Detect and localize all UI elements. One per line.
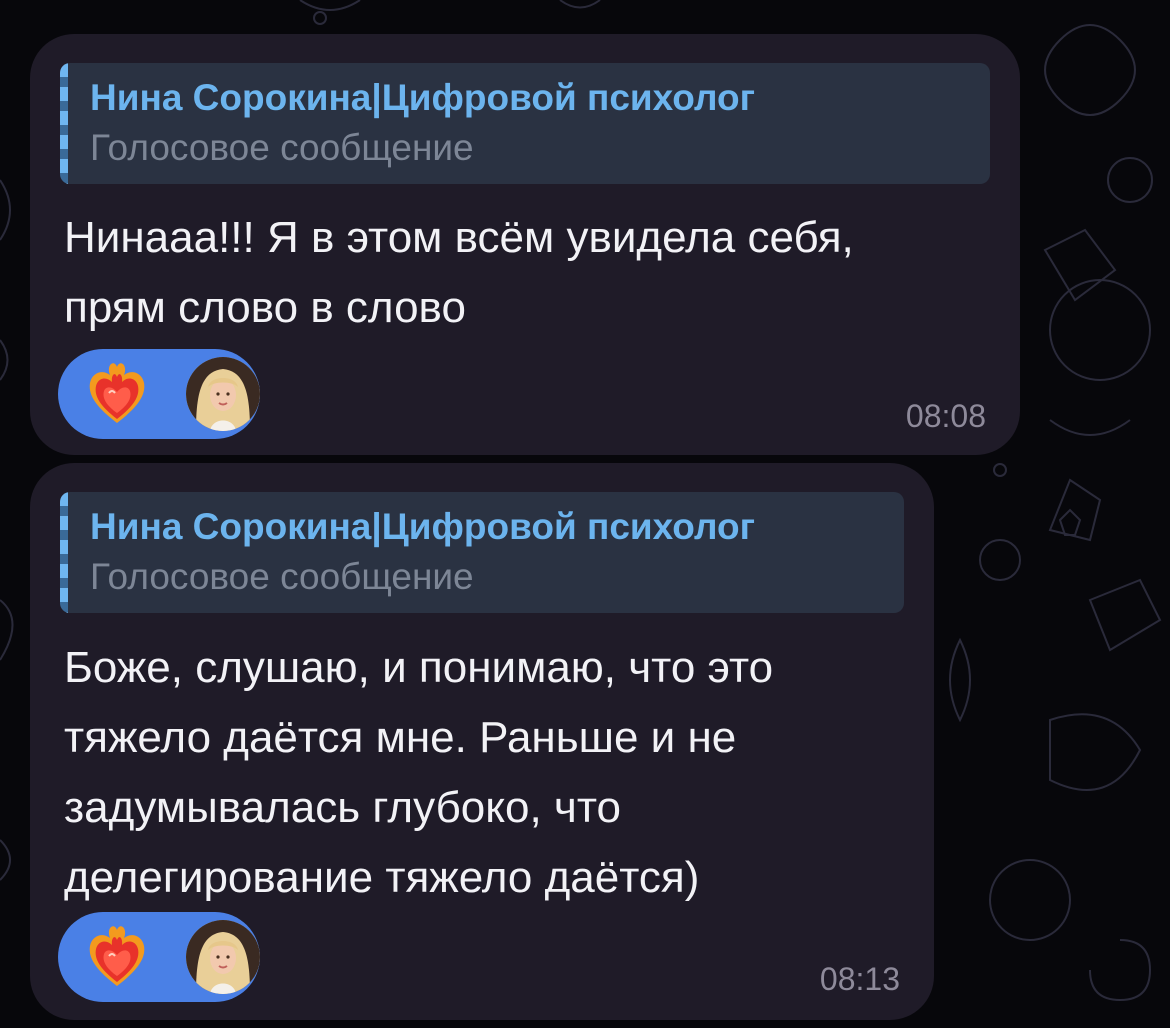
message-text: Нинааа!!! Я в этом всём увидела себя, пр…: [64, 203, 854, 343]
user-avatar: [186, 920, 260, 994]
message-line: тяжело даётся мне. Раньше и не: [64, 713, 737, 762]
heart-on-fire-icon: [89, 926, 145, 986]
message-line: Нинааа!!! Я в этом всём увидела себя,: [64, 213, 854, 262]
reply-accent-bar: [60, 63, 68, 184]
message-bubble[interactable]: Нина Сорокина|Цифровой психолог Голосово…: [30, 34, 1020, 455]
message-line: делегирование тяжело даётся): [64, 853, 700, 902]
reply-author: Нина Сорокина|Цифровой психолог: [90, 506, 756, 547]
reaction-pill[interactable]: [58, 349, 260, 439]
reply-message-type: Голосовое сообщение: [90, 127, 474, 168]
message-timestamp: 08:08: [905, 398, 986, 434]
message-timestamp: 08:13: [819, 961, 900, 997]
message-line: Боже, слушаю, и понимаю, что это: [64, 643, 774, 692]
reply-quote[interactable]: Нина Сорокина|Цифровой психолог Голосово…: [60, 492, 904, 613]
reply-quote[interactable]: Нина Сорокина|Цифровой психолог Голосово…: [60, 63, 990, 184]
reply-author: Нина Сорокина|Цифровой психолог: [90, 77, 756, 118]
reaction-pill[interactable]: [58, 912, 260, 1002]
reply-accent-bar: [60, 492, 68, 613]
message-bubble[interactable]: Нина Сорокина|Цифровой психолог Голосово…: [30, 463, 934, 1020]
user-avatar: [186, 357, 260, 431]
message-text: Боже, слушаю, и понимаю, что это тяжело …: [64, 633, 773, 913]
reply-message-type: Голосовое сообщение: [90, 556, 474, 597]
heart-on-fire-icon: [89, 363, 145, 423]
message-line: задумывалась глубоко, что: [64, 783, 621, 832]
message-line: прям слово в слово: [64, 283, 466, 332]
